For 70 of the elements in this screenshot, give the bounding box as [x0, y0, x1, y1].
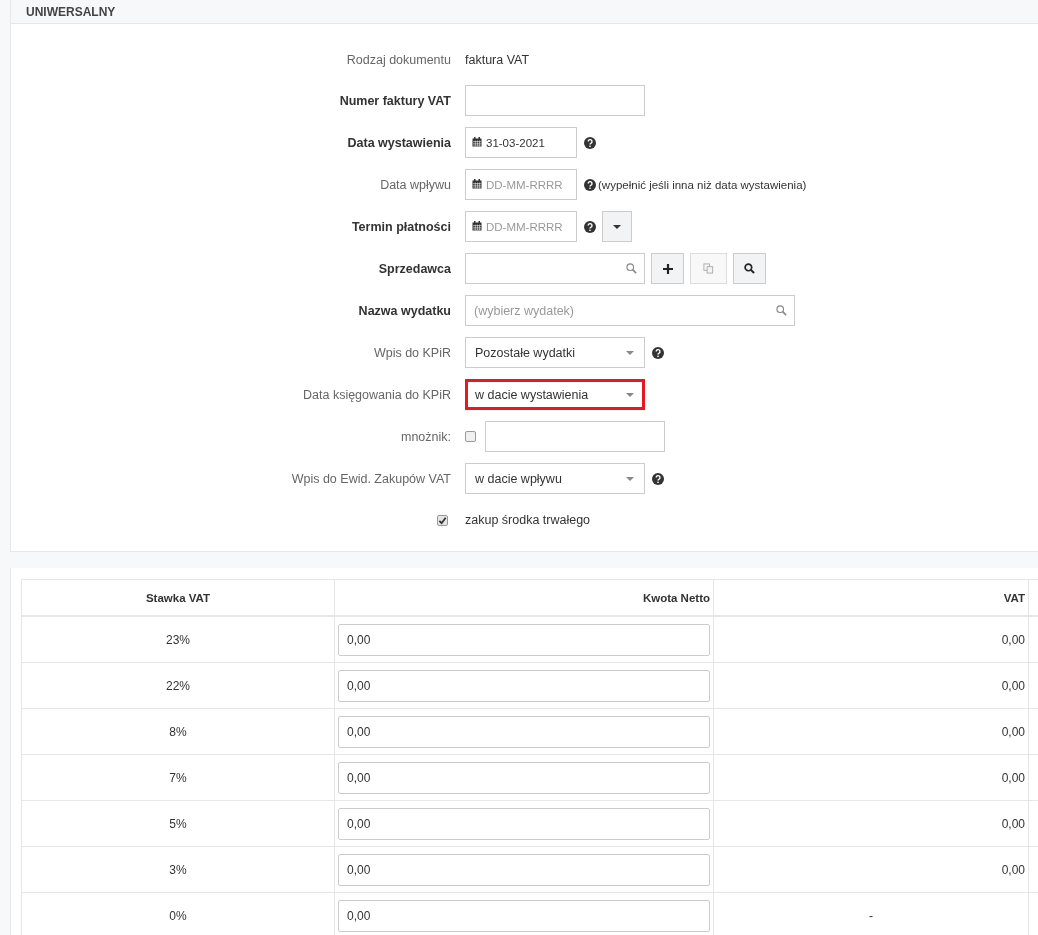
table-cell: 0,00 — [713, 846, 1029, 893]
help-icon[interactable] — [652, 346, 664, 359]
select-dropdown[interactable]: w dacie wystawienia — [465, 379, 645, 410]
amount-input[interactable]: 0,00 — [338, 899, 710, 932]
table-cell: 23% — [21, 616, 335, 663]
table-cell: 3% — [21, 846, 335, 893]
field-label: Numer faktury VAT — [339, 93, 451, 108]
field-label: Data księgowania do KPiR — [303, 387, 451, 402]
text-input[interactable] — [465, 85, 645, 116]
caret-icon — [613, 224, 621, 229]
checkbox[interactable] — [437, 514, 448, 526]
table-cell: 0,00 — [713, 662, 1029, 709]
caret-icon — [626, 392, 634, 397]
search-input[interactable] — [465, 253, 645, 284]
field-label: Nazwa wydatku — [358, 303, 451, 318]
amount-input[interactable]: 0,00 — [338, 761, 710, 794]
search-icon — [776, 305, 787, 316]
calendar-icon — [472, 137, 482, 147]
field-label: Rodzaj dokumentu — [346, 53, 451, 67]
calendar-icon — [472, 221, 482, 231]
date-input[interactable]: 31-03-2021 — [465, 127, 577, 158]
select-dropdown[interactable]: Pozostałe wydatki — [465, 337, 645, 368]
field-label: Termin płatności — [351, 219, 451, 234]
help-icon[interactable] — [584, 220, 596, 233]
add-button[interactable] — [651, 253, 684, 284]
field-label: mnożnik: — [400, 429, 451, 444]
table-cell: 8% — [21, 708, 335, 755]
column-header: Kwota Netto — [334, 579, 714, 616]
dropdown-button[interactable] — [602, 211, 632, 242]
column-header: VAT — [713, 579, 1029, 616]
table-cell: 0,00 — [713, 708, 1029, 755]
table-cell: 0,00 — [713, 754, 1029, 801]
date-input[interactable]: DD-MM-RRRR — [465, 211, 577, 242]
amount-input[interactable]: 0,00 — [338, 669, 710, 702]
copy-icon — [703, 263, 714, 274]
calendar-icon — [472, 179, 482, 189]
checkbox-label: zakup środka trwałego — [465, 513, 591, 527]
multiplier-input[interactable] — [485, 421, 665, 452]
table-cell: 22% — [21, 662, 335, 709]
field-label: Data wystawienia — [347, 135, 451, 150]
checkbox[interactable] — [465, 431, 476, 442]
column-header: Stawka VAT — [21, 579, 335, 616]
amount-input[interactable]: 0,00 — [338, 807, 710, 840]
table-cell: 7% — [21, 754, 335, 801]
search-button[interactable] — [733, 253, 766, 284]
help-icon[interactable] — [584, 136, 596, 149]
plus-icon — [662, 263, 673, 274]
table-cell: 0% — [21, 892, 335, 935]
field-label: Wpis do Ewid. Zakupów VAT — [291, 471, 451, 486]
table-cell: 0,00 — [713, 800, 1029, 847]
table-cell: 0,00 — [713, 616, 1029, 663]
caret-icon — [626, 476, 634, 481]
field-value: faktura VAT — [465, 53, 530, 67]
amount-input[interactable]: 0,00 — [338, 715, 710, 748]
search-icon — [744, 263, 755, 274]
caret-icon — [626, 350, 634, 355]
search-input[interactable]: (wybierz wydatek) — [465, 295, 795, 326]
field-label: Data wpływu — [380, 177, 451, 192]
field-label: Sprzedawca — [378, 261, 451, 276]
help-icon[interactable] — [584, 178, 596, 191]
date-input[interactable]: DD-MM-RRRR — [465, 169, 577, 200]
select-dropdown[interactable]: w dacie wpływu — [465, 463, 645, 494]
table-cell: 5% — [21, 800, 335, 847]
amount-input[interactable]: 0,00 — [338, 853, 710, 886]
field-label: Wpis do KPiR — [373, 345, 451, 360]
search-icon — [626, 263, 637, 274]
hint-text: (wypełnić jeśli inna niż data wystawienia) — [598, 178, 807, 191]
amount-input[interactable]: 0,00 — [338, 623, 710, 656]
panel-title: UNIWERSALNY — [26, 4, 116, 19]
help-icon[interactable] — [652, 472, 664, 485]
